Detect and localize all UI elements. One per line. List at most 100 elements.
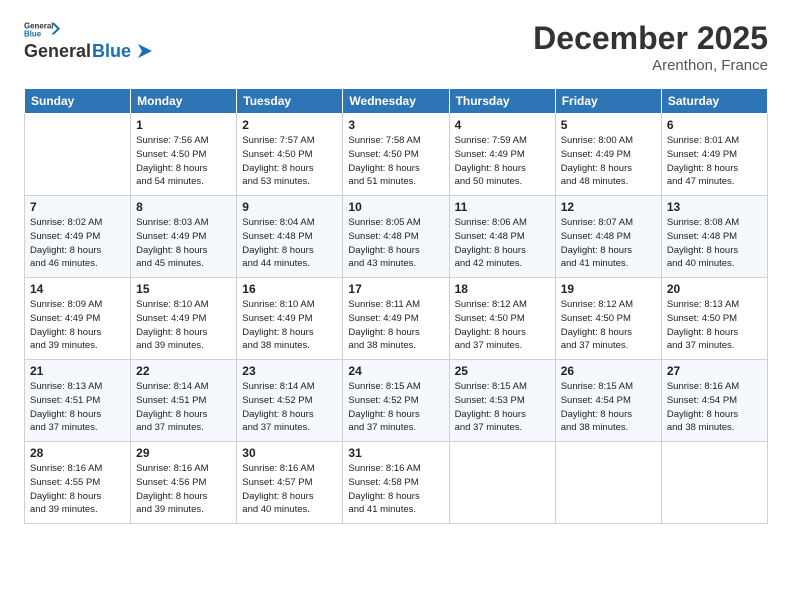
day-info: Sunrise: 8:04 AM Sunset: 4:48 PM Dayligh…	[242, 216, 337, 271]
day-info: Sunrise: 8:14 AM Sunset: 4:52 PM Dayligh…	[242, 380, 337, 435]
day-number: 4	[455, 118, 550, 132]
table-row: 11Sunrise: 8:06 AM Sunset: 4:48 PM Dayli…	[449, 196, 555, 278]
day-number: 12	[561, 200, 656, 214]
day-info: Sunrise: 8:14 AM Sunset: 4:51 PM Dayligh…	[136, 380, 231, 435]
calendar-week-row: 28 Sunrise: 8:16 AM Sunset: 4:55 PM Dayli…	[25, 442, 768, 524]
table-row: 10 Sunrise: 8:05 AM Sunset: 4:48 PM Dayli…	[343, 196, 449, 278]
table-row: 12 Sunrise: 8:07 AM Sunset: 4:48 PM Dayli…	[555, 196, 661, 278]
day-info: Sunrise: 8:15 AM Sunset: 4:54 PM Dayligh…	[561, 380, 656, 435]
calendar-week-row: 14Sunrise: 8:09 AM Sunset: 4:49 PM Dayli…	[25, 278, 768, 360]
day-number: 2	[242, 118, 337, 132]
day-number: 5	[561, 118, 656, 132]
day-number: 23	[242, 364, 337, 378]
day-number: 6	[667, 118, 762, 132]
col-sunday: Sunday	[25, 89, 131, 114]
day-number: 25	[455, 364, 550, 378]
day-info: Sunrise: 8:06 AM Sunset: 4:48 PM Dayligh…	[455, 216, 550, 271]
table-row: 15 Sunrise: 8:10 AM Sunset: 4:49 PM Dayli…	[131, 278, 237, 360]
day-info: Sunrise: 8:15 AM Sunset: 4:53 PM Dayligh…	[455, 380, 550, 435]
day-number: 27	[667, 364, 762, 378]
table-row: 2 Sunrise: 7:57 AM Sunset: 4:50 PM Daylig…	[237, 114, 343, 196]
table-row: 6Sunrise: 8:01 AM Sunset: 4:49 PM Daylig…	[661, 114, 767, 196]
day-number: 15	[136, 282, 231, 296]
table-row: 20Sunrise: 8:13 AM Sunset: 4:50 PM Dayli…	[661, 278, 767, 360]
day-info: Sunrise: 8:05 AM Sunset: 4:48 PM Dayligh…	[348, 216, 443, 271]
day-number: 30	[242, 446, 337, 460]
table-row: 19 Sunrise: 8:12 AM Sunset: 4:50 PM Dayli…	[555, 278, 661, 360]
day-info: Sunrise: 7:57 AM Sunset: 4:50 PM Dayligh…	[242, 134, 337, 189]
day-number: 18	[455, 282, 550, 296]
table-row: 26 Sunrise: 8:15 AM Sunset: 4:54 PM Dayli…	[555, 360, 661, 442]
table-row	[449, 442, 555, 524]
title-area: December 2025 Arenthon, France	[533, 20, 768, 74]
calendar-week-row: 1Sunrise: 7:56 AM Sunset: 4:50 PM Daylig…	[25, 114, 768, 196]
day-number: 1	[136, 118, 231, 132]
col-friday: Friday	[555, 89, 661, 114]
logo-general: General	[24, 41, 91, 62]
table-row: 23 Sunrise: 8:14 AM Sunset: 4:52 PM Dayli…	[237, 360, 343, 442]
page: General Blue General Blue December 2025 …	[0, 0, 792, 612]
day-info: Sunrise: 8:12 AM Sunset: 4:50 PM Dayligh…	[455, 298, 550, 353]
day-number: 31	[348, 446, 443, 460]
day-info: Sunrise: 8:10 AM Sunset: 4:49 PM Dayligh…	[136, 298, 231, 353]
day-info: Sunrise: 8:09 AM Sunset: 4:49 PM Dayligh…	[30, 298, 125, 353]
table-row: 5 Sunrise: 8:00 AM Sunset: 4:49 PM Daylig…	[555, 114, 661, 196]
table-row: 25 Sunrise: 8:15 AM Sunset: 4:53 PM Dayli…	[449, 360, 555, 442]
day-number: 26	[561, 364, 656, 378]
day-info: Sunrise: 8:13 AM Sunset: 4:50 PM Dayligh…	[667, 298, 762, 353]
day-number: 3	[348, 118, 443, 132]
day-number: 8	[136, 200, 231, 214]
table-row: 22Sunrise: 8:14 AM Sunset: 4:51 PM Dayli…	[131, 360, 237, 442]
calendar-table: Sunday Monday Tuesday Wednesday Thursday…	[24, 88, 768, 524]
header: General Blue General Blue December 2025 …	[24, 20, 768, 74]
table-row: 28 Sunrise: 8:16 AM Sunset: 4:55 PM Dayli…	[25, 442, 131, 524]
day-info: Sunrise: 8:16 AM Sunset: 4:58 PM Dayligh…	[348, 462, 443, 517]
day-info: Sunrise: 7:58 AM Sunset: 4:50 PM Dayligh…	[348, 134, 443, 189]
table-row	[555, 442, 661, 524]
table-row: 27 Sunrise: 8:16 AM Sunset: 4:54 PM Dayli…	[661, 360, 767, 442]
table-row: 18 Sunrise: 8:12 AM Sunset: 4:50 PM Dayli…	[449, 278, 555, 360]
table-row: 3 Sunrise: 7:58 AM Sunset: 4:50 PM Daylig…	[343, 114, 449, 196]
day-info: Sunrise: 8:12 AM Sunset: 4:50 PM Dayligh…	[561, 298, 656, 353]
day-info: Sunrise: 8:03 AM Sunset: 4:49 PM Dayligh…	[136, 216, 231, 271]
location: Arenthon, France	[533, 57, 768, 74]
table-row: 7 Sunrise: 8:02 AM Sunset: 4:49 PM Daylig…	[25, 196, 131, 278]
logo: General Blue General Blue	[24, 20, 156, 62]
day-info: Sunrise: 8:16 AM Sunset: 4:55 PM Dayligh…	[30, 462, 125, 517]
logo-arrow-icon	[134, 40, 156, 62]
day-info: Sunrise: 8:16 AM Sunset: 4:54 PM Dayligh…	[667, 380, 762, 435]
day-info: Sunrise: 8:02 AM Sunset: 4:49 PM Dayligh…	[30, 216, 125, 271]
day-info: Sunrise: 8:16 AM Sunset: 4:56 PM Dayligh…	[136, 462, 231, 517]
day-info: Sunrise: 8:00 AM Sunset: 4:49 PM Dayligh…	[561, 134, 656, 189]
col-tuesday: Tuesday	[237, 89, 343, 114]
day-info: Sunrise: 8:13 AM Sunset: 4:51 PM Dayligh…	[30, 380, 125, 435]
day-number: 28	[30, 446, 125, 460]
day-info: Sunrise: 7:59 AM Sunset: 4:49 PM Dayligh…	[455, 134, 550, 189]
day-number: 9	[242, 200, 337, 214]
table-row: 17Sunrise: 8:11 AM Sunset: 4:49 PM Dayli…	[343, 278, 449, 360]
calendar-week-row: 21Sunrise: 8:13 AM Sunset: 4:51 PM Dayli…	[25, 360, 768, 442]
table-row	[661, 442, 767, 524]
day-info: Sunrise: 8:08 AM Sunset: 4:48 PM Dayligh…	[667, 216, 762, 271]
table-row: 14Sunrise: 8:09 AM Sunset: 4:49 PM Dayli…	[25, 278, 131, 360]
col-thursday: Thursday	[449, 89, 555, 114]
day-number: 29	[136, 446, 231, 460]
logo-icon: General Blue	[24, 20, 60, 38]
day-info: Sunrise: 8:16 AM Sunset: 4:57 PM Dayligh…	[242, 462, 337, 517]
day-info: Sunrise: 8:07 AM Sunset: 4:48 PM Dayligh…	[561, 216, 656, 271]
table-row: 24Sunrise: 8:15 AM Sunset: 4:52 PM Dayli…	[343, 360, 449, 442]
table-row: 29 Sunrise: 8:16 AM Sunset: 4:56 PM Dayli…	[131, 442, 237, 524]
day-number: 19	[561, 282, 656, 296]
day-number: 16	[242, 282, 337, 296]
table-row: 1Sunrise: 7:56 AM Sunset: 4:50 PM Daylig…	[131, 114, 237, 196]
day-number: 24	[348, 364, 443, 378]
table-row: 16 Sunrise: 8:10 AM Sunset: 4:49 PM Dayli…	[237, 278, 343, 360]
table-row: 30 Sunrise: 8:16 AM Sunset: 4:57 PM Dayli…	[237, 442, 343, 524]
svg-text:Blue: Blue	[24, 30, 42, 38]
day-info: Sunrise: 8:10 AM Sunset: 4:49 PM Dayligh…	[242, 298, 337, 353]
col-wednesday: Wednesday	[343, 89, 449, 114]
day-number: 10	[348, 200, 443, 214]
day-number: 7	[30, 200, 125, 214]
day-info: Sunrise: 8:11 AM Sunset: 4:49 PM Dayligh…	[348, 298, 443, 353]
table-row	[25, 114, 131, 196]
